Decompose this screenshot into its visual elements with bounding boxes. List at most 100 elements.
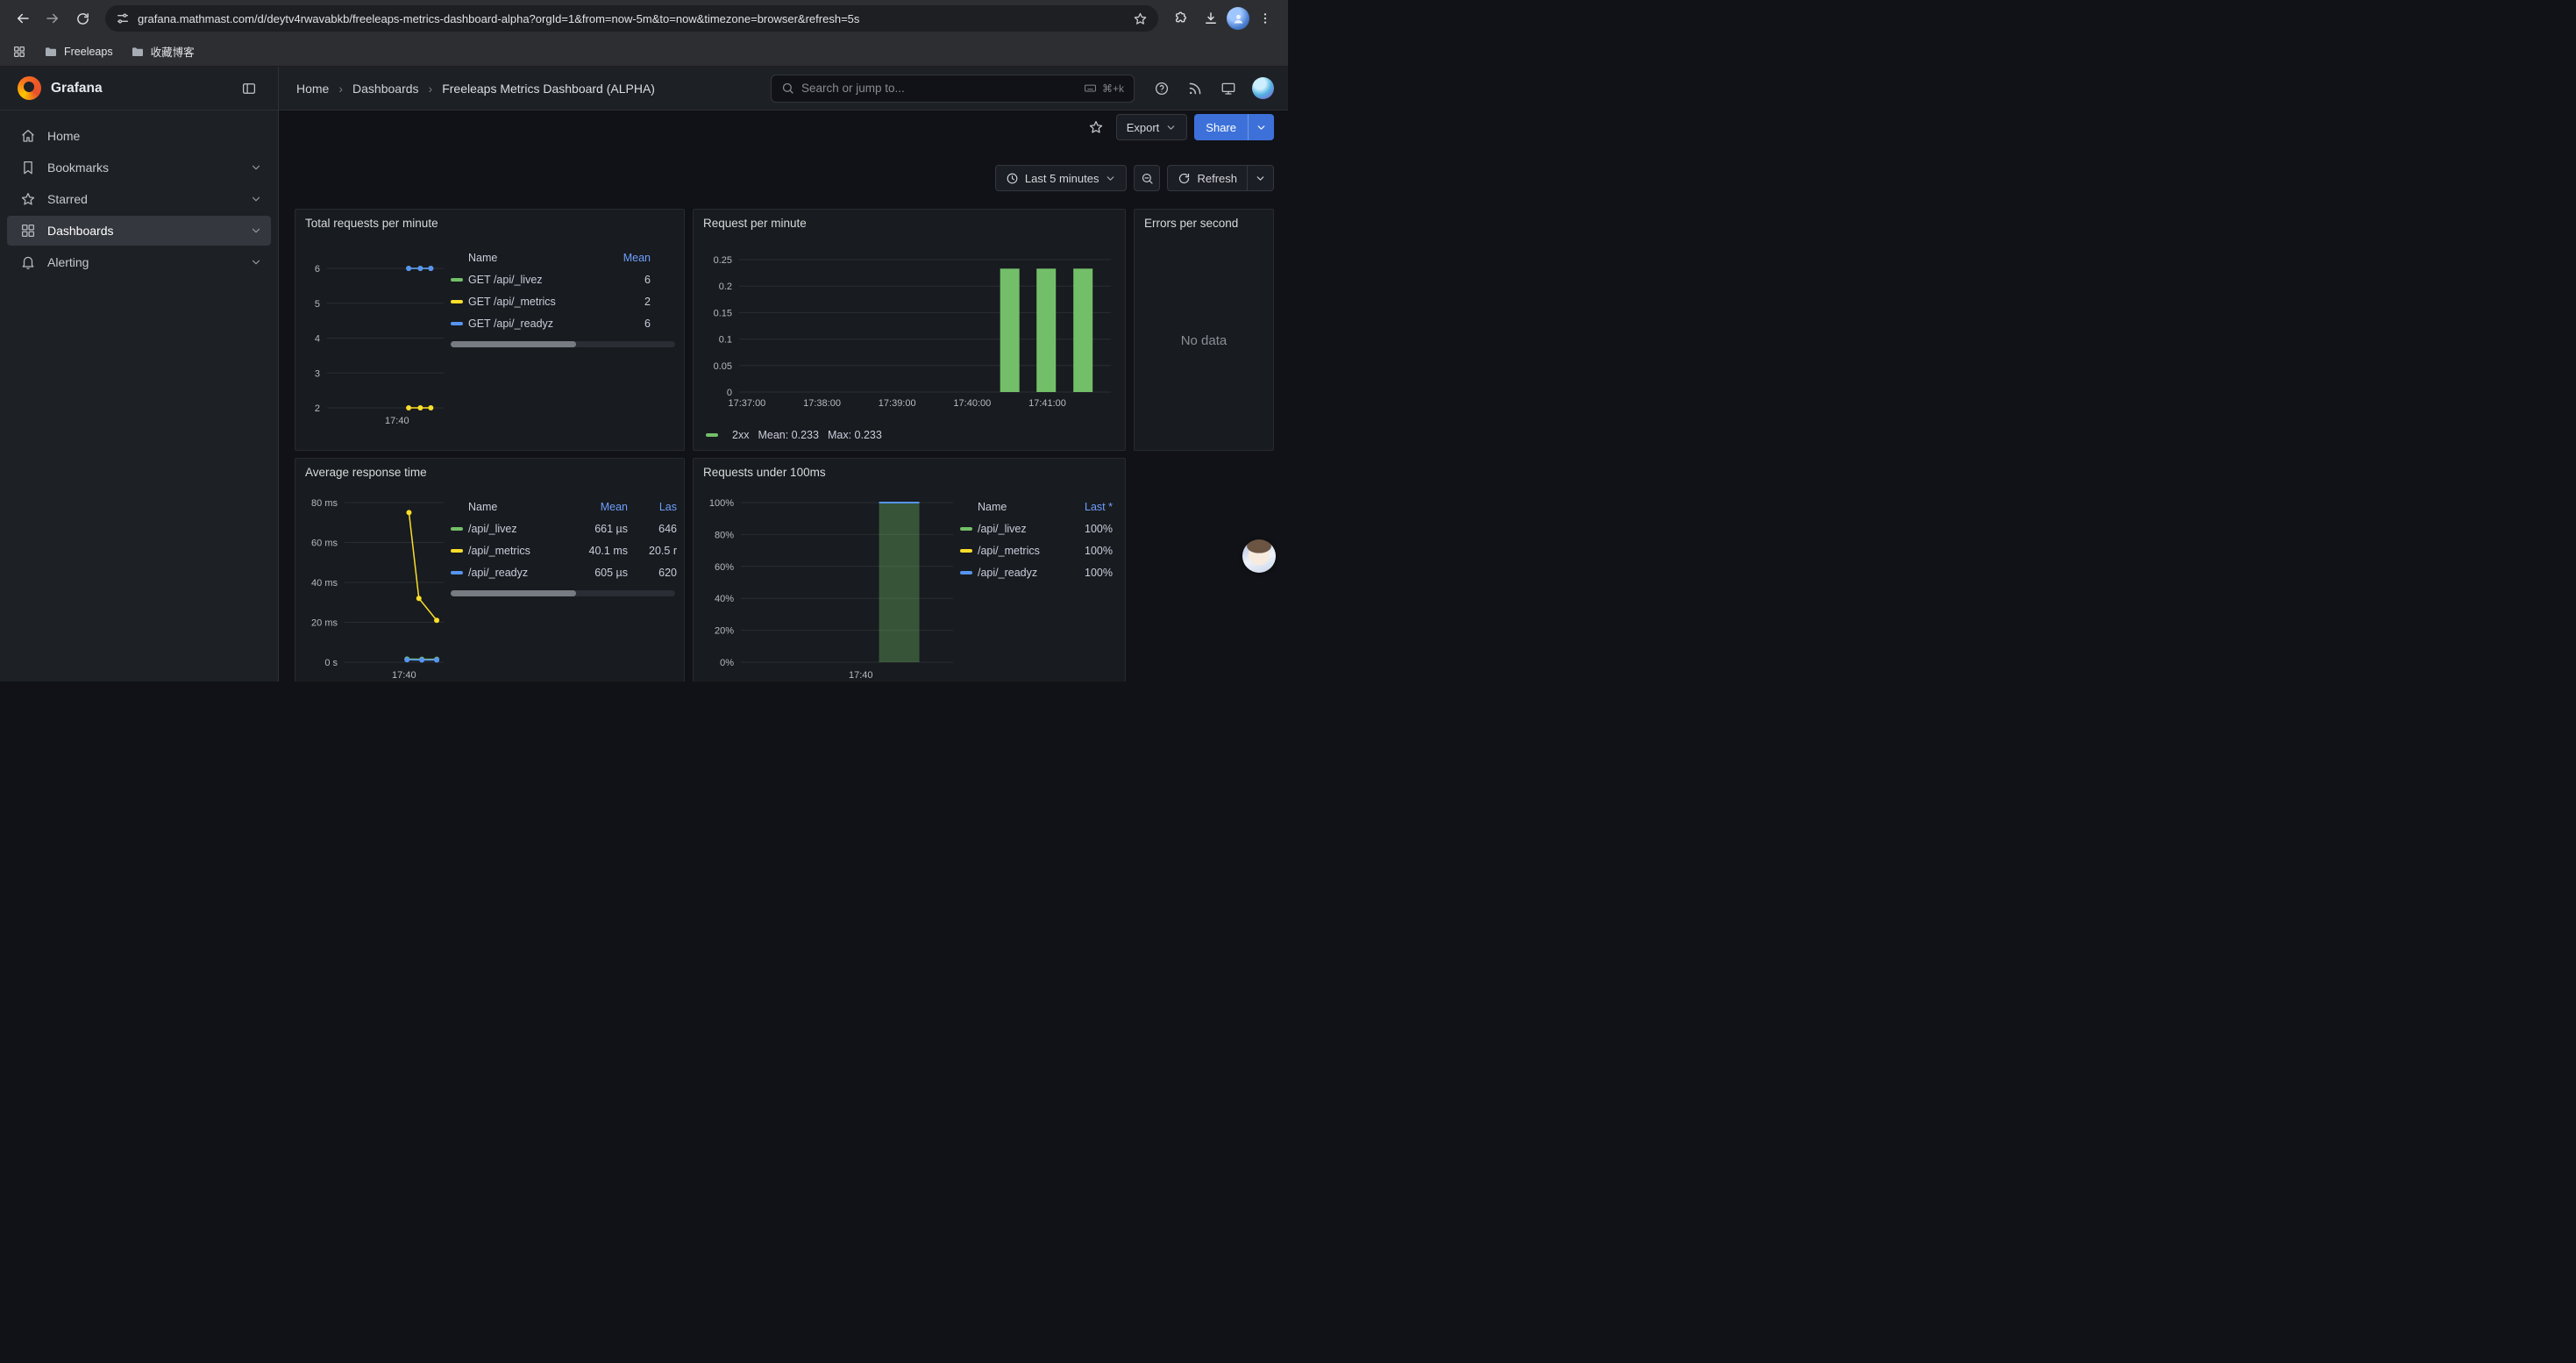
requests-under-100ms-chart[interactable]: 100%80%60%40%20%0%17:40	[701, 485, 960, 682]
app-header: Home › Dashboards › Freeleaps Metrics Da…	[279, 67, 1288, 111]
series-swatch	[960, 571, 972, 574]
downloads-icon[interactable]	[1197, 4, 1225, 32]
legend-col-name[interactable]: Name	[468, 501, 577, 513]
sidebar-item-starred[interactable]: Starred	[7, 184, 271, 214]
breadcrumb: Home › Dashboards › Freeleaps Metrics Da…	[296, 82, 655, 96]
request-per-minute-chart[interactable]: 0.250.20.150.10.05017:37:0017:38:0017:39…	[701, 236, 1118, 425]
legend-col-last[interactable]: Las	[637, 501, 677, 513]
panel-title[interactable]: Total requests per minute	[295, 210, 684, 236]
share-menu-chevron-icon[interactable]	[1248, 114, 1274, 140]
series-last: 100%	[1067, 545, 1113, 557]
series-last: 20.5 r	[637, 545, 677, 557]
grafana-logo[interactable]	[18, 76, 41, 100]
sidebar-item-dashboards[interactable]: Dashboards	[7, 216, 271, 246]
sidebar-item-label: Home	[47, 129, 80, 143]
legend-scrollbar	[451, 590, 675, 596]
svg-text:80%: 80%	[715, 530, 734, 540]
legend-col-mean[interactable]: Mean	[577, 501, 628, 513]
extensions-icon[interactable]	[1167, 4, 1195, 32]
bookmark-icon	[20, 160, 36, 175]
refresh-button[interactable]: Refresh	[1167, 165, 1248, 191]
series-name[interactable]: /api/_readyz	[978, 567, 1067, 579]
share-button[interactable]: Share	[1194, 114, 1274, 140]
legend-row: /api/_metrics 100%	[960, 539, 1118, 561]
share-label[interactable]: Share	[1194, 114, 1248, 140]
legend-scrollbar-thumb[interactable]	[451, 341, 576, 347]
sidebar-item-label: Alerting	[47, 255, 89, 269]
series-name[interactable]: /api/_livez	[468, 523, 577, 535]
series-mean: 6	[601, 274, 651, 286]
series-last: 100%	[1067, 523, 1113, 535]
chevron-down-icon[interactable]	[250, 161, 262, 174]
svg-text:0.05: 0.05	[714, 361, 732, 372]
clock-icon	[1006, 172, 1019, 185]
help-icon[interactable]	[1149, 75, 1175, 102]
sidebar-item-label: Dashboards	[47, 224, 114, 238]
panel-title[interactable]: Average response time	[295, 459, 684, 485]
bookmark-item-freeleaps[interactable]: Freeleaps	[44, 45, 113, 59]
chevron-down-icon[interactable]	[250, 225, 262, 237]
refresh-interval-button[interactable]	[1248, 165, 1274, 191]
sidebar-item-bookmarks[interactable]: Bookmarks	[7, 153, 271, 182]
legend-col-name[interactable]: Name	[978, 501, 1067, 513]
series-last: 100%	[1067, 567, 1113, 579]
series-name[interactable]: 2xx	[732, 429, 749, 441]
legend-scrollbar-thumb[interactable]	[451, 590, 576, 596]
svg-text:40%: 40%	[715, 594, 734, 604]
zoom-out-button[interactable]	[1134, 165, 1160, 191]
series-swatch	[451, 322, 463, 325]
reload-icon[interactable]	[68, 4, 96, 32]
site-settings-icon[interactable]	[116, 11, 130, 25]
series-name[interactable]: /api/_metrics	[978, 545, 1067, 557]
series-name[interactable]: /api/_metrics	[468, 545, 577, 557]
series-name[interactable]: GET /api/_readyz	[468, 318, 601, 330]
dock-menu-icon[interactable]	[236, 75, 262, 102]
series-name[interactable]: GET /api/_metrics	[468, 296, 601, 308]
bookmark-item-blog[interactable]: 收藏博客	[131, 43, 195, 60]
export-button[interactable]: Export	[1116, 114, 1188, 140]
time-range-picker[interactable]: Last 5 minutes	[995, 165, 1128, 191]
search-input[interactable]: Search or jump to... ⌘+k	[771, 75, 1135, 103]
panel-request-per-minute: Request per minute 0.250.20.150.10.05017…	[693, 209, 1126, 451]
panel-title[interactable]: Requests under 100ms	[694, 459, 1125, 485]
average-response-time-chart[interactable]: 80 ms60 ms40 ms20 ms0 s17:40	[302, 485, 451, 682]
svg-text:17:38:00: 17:38:00	[803, 398, 841, 409]
bookmark-star-icon[interactable]	[1133, 11, 1148, 26]
zoom-out-icon	[1141, 172, 1154, 185]
panel-requests-under-100ms: Requests under 100ms 100%80%60%40%20%0%1…	[693, 458, 1126, 682]
floating-assistant-avatar[interactable]	[1242, 539, 1276, 573]
svg-text:80 ms: 80 ms	[311, 498, 338, 509]
breadcrumb-dashboards[interactable]: Dashboards	[352, 82, 419, 96]
profile-avatar[interactable]	[1227, 7, 1249, 30]
search-icon	[781, 82, 794, 95]
legend-col-last[interactable]: Last *	[1067, 501, 1113, 513]
panel-title[interactable]: Errors per second	[1135, 210, 1273, 236]
user-avatar[interactable]	[1252, 77, 1274, 99]
monitor-icon[interactable]	[1215, 75, 1242, 102]
series-name[interactable]: GET /api/_livez	[468, 274, 601, 286]
sidebar-item-alerting[interactable]: Alerting	[7, 247, 271, 277]
url-input[interactable]	[138, 12, 1125, 25]
back-icon[interactable]	[9, 4, 37, 32]
panel-title[interactable]: Request per minute	[694, 210, 1125, 236]
legend-col-name[interactable]: Name	[468, 252, 601, 264]
breadcrumb-home[interactable]: Home	[296, 82, 329, 96]
series-name[interactable]: /api/_readyz	[468, 567, 577, 579]
series-name[interactable]: /api/_livez	[978, 523, 1067, 535]
svg-text:17:39:00: 17:39:00	[879, 398, 916, 409]
svg-text:60%: 60%	[715, 562, 734, 573]
rss-icon[interactable]	[1182, 75, 1208, 102]
dashboards-icon	[20, 223, 36, 239]
sidebar-item-home[interactable]: Home	[7, 121, 271, 151]
address-bar[interactable]	[105, 5, 1158, 32]
favorite-star-icon[interactable]	[1083, 114, 1109, 140]
chevron-down-icon[interactable]	[250, 193, 262, 205]
chevron-down-icon[interactable]	[250, 256, 262, 268]
apps-grid-icon[interactable]	[12, 45, 26, 59]
panel-total-requests: Total requests per minute 6543217:40 Nam…	[295, 209, 685, 451]
browser-menu-icon[interactable]	[1251, 4, 1279, 32]
legend-col-mean[interactable]: Mean	[601, 252, 651, 264]
series-swatch	[706, 433, 718, 437]
forward-icon[interactable]	[39, 4, 67, 32]
total-requests-chart[interactable]: 6543217:40	[302, 236, 451, 445]
